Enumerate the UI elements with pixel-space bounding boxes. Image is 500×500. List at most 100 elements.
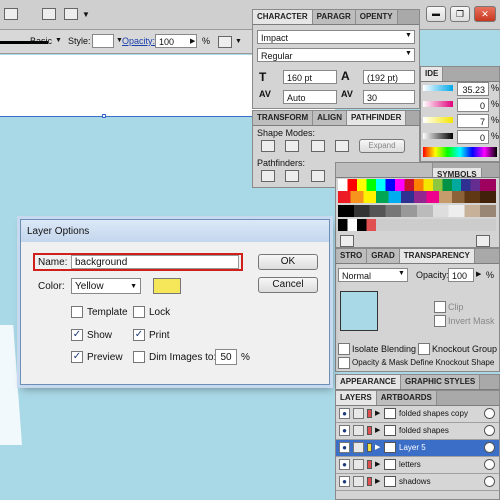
layer-row[interactable]: ● ▶ folded shapes: [336, 423, 499, 440]
layer-row[interactable]: ● ▶ Layer 5: [336, 440, 499, 457]
lock-toggle[interactable]: [353, 425, 364, 436]
new-swatch-icon[interactable]: [476, 235, 490, 247]
visibility-eye-icon[interactable]: ●: [339, 408, 350, 419]
lock-toggle[interactable]: [353, 442, 364, 453]
cancel-button[interactable]: Cancel: [258, 277, 318, 293]
visibility-eye-icon[interactable]: ●: [339, 459, 350, 470]
isolate-blending-checkbox[interactable]: [338, 343, 350, 355]
cyan-slider[interactable]: [423, 85, 453, 91]
tab-artboards[interactable]: ARTBOARDS: [376, 391, 437, 405]
chevron-down-icon[interactable]: ▼: [82, 10, 90, 19]
template-checkbox[interactable]: [71, 306, 83, 318]
swatch-grid[interactable]: [338, 179, 496, 237]
style-picker[interactable]: [92, 34, 114, 48]
tab-appearance[interactable]: APPEARANCE: [336, 375, 402, 389]
tab-guide[interactable]: IDE: [421, 67, 444, 81]
clip-checkbox[interactable]: [434, 301, 446, 313]
tab-pathfinder[interactable]: PATHFINDER: [347, 111, 407, 125]
disclosure-triangle-icon[interactable]: ▶: [375, 426, 380, 434]
chevron-right-icon[interactable]: ▶: [476, 270, 481, 278]
disclosure-triangle-icon[interactable]: ▶: [375, 460, 380, 468]
layer-name[interactable]: shadows: [399, 477, 431, 486]
layer-name[interactable]: folded shapes copy: [399, 409, 468, 418]
tab-stroke[interactable]: STRO: [336, 249, 368, 263]
font-style-select[interactable]: Regular: [257, 48, 415, 62]
font-family-select[interactable]: Impact: [257, 30, 415, 44]
chevron-down-icon[interactable]: ▼: [130, 279, 137, 294]
exclude-icon[interactable]: [335, 140, 349, 152]
transparency-opacity-input[interactable]: 100: [448, 268, 474, 282]
expand-button[interactable]: Expand: [359, 139, 405, 153]
yellow-slider[interactable]: [423, 117, 453, 123]
chevron-down-icon[interactable]: ▼: [405, 32, 412, 39]
chevron-down-icon[interactable]: ▼: [55, 37, 62, 44]
color-spectrum[interactable]: [423, 147, 497, 157]
layer-name[interactable]: Layer 5: [399, 443, 426, 452]
layer-row[interactable]: ● ▶ folded shapes copy: [336, 406, 499, 423]
opacity-mask-checkbox[interactable]: [338, 357, 350, 369]
tab-transform[interactable]: TRANSFORM: [253, 111, 314, 125]
tab-align[interactable]: ALIGN: [313, 111, 347, 125]
bridge-icon[interactable]: [42, 8, 56, 20]
dim-images-checkbox[interactable]: [133, 351, 145, 363]
layer-row[interactable]: ● ▶ shadows: [336, 474, 499, 491]
target-circle-icon[interactable]: [484, 408, 495, 419]
minimize-button[interactable]: ▬: [426, 6, 446, 22]
font-size-input[interactable]: 160 pt: [283, 70, 337, 84]
object-thumbnail[interactable]: [340, 291, 378, 331]
disclosure-triangle-icon[interactable]: ▶: [375, 477, 380, 485]
close-button[interactable]: ✕: [474, 6, 496, 22]
swatch-library-icon[interactable]: [340, 235, 354, 247]
restore-button[interactable]: ❐: [450, 6, 470, 22]
visibility-eye-icon[interactable]: ●: [339, 476, 350, 487]
intersect-icon[interactable]: [311, 140, 325, 152]
lock-checkbox[interactable]: [133, 306, 145, 318]
ok-button[interactable]: OK: [258, 254, 318, 270]
chevron-down-icon[interactable]: ▼: [398, 270, 405, 277]
divide-icon[interactable]: [261, 170, 275, 182]
arrange-icon[interactable]: [64, 8, 78, 20]
print-checkbox[interactable]: ✓: [133, 329, 145, 341]
tab-transparency[interactable]: TRANSPARENCY: [399, 249, 475, 263]
preview-checkbox[interactable]: ✓: [71, 351, 83, 363]
target-circle-icon[interactable]: [484, 425, 495, 436]
minus-front-icon[interactable]: [285, 140, 299, 152]
leading-input[interactable]: (192 pt): [363, 70, 415, 84]
target-circle-icon[interactable]: [484, 442, 495, 453]
magenta-input[interactable]: 0: [457, 98, 489, 112]
tab-graphic-styles[interactable]: GRAPHIC STYLES: [401, 375, 481, 389]
tab-layers[interactable]: LAYERS: [336, 391, 377, 405]
tab-opentype[interactable]: OPENTY: [355, 10, 398, 24]
layer-color-swatch[interactable]: [153, 278, 181, 294]
chevron-right-icon[interactable]: ▶: [190, 37, 195, 45]
trim-icon[interactable]: [285, 170, 299, 182]
kerning-select[interactable]: Auto: [283, 90, 337, 104]
chevron-down-icon[interactable]: ▼: [405, 50, 412, 57]
magenta-slider[interactable]: [423, 101, 453, 107]
disclosure-triangle-icon[interactable]: ▶: [375, 409, 380, 417]
layer-name[interactable]: folded shapes: [399, 426, 449, 435]
recolor-icon[interactable]: [218, 36, 232, 48]
visibility-eye-icon[interactable]: ●: [339, 425, 350, 436]
invert-mask-checkbox[interactable]: [434, 315, 446, 327]
tab-gradient[interactable]: GRAD: [367, 249, 400, 263]
dialog-titlebar[interactable]: Layer Options: [21, 220, 329, 242]
dim-images-input[interactable]: 50: [215, 349, 237, 365]
opacity-link[interactable]: Opacity:: [122, 36, 155, 46]
layer-row[interactable]: ● ▶ letters: [336, 457, 499, 474]
lock-toggle[interactable]: [353, 476, 364, 487]
lock-toggle[interactable]: [353, 408, 364, 419]
black-input[interactable]: 0: [457, 130, 489, 144]
name-input[interactable]: background: [71, 255, 239, 269]
chevron-down-icon[interactable]: ▼: [235, 38, 242, 45]
unite-icon[interactable]: [261, 140, 275, 152]
merge-icon[interactable]: [311, 170, 325, 182]
target-circle-icon[interactable]: [484, 476, 495, 487]
tab-swatches[interactable]: [336, 163, 433, 177]
visibility-eye-icon[interactable]: ●: [339, 442, 350, 453]
disclosure-triangle-icon[interactable]: ▶: [375, 443, 380, 451]
tab-character[interactable]: CHARACTER: [253, 10, 313, 24]
target-circle-icon[interactable]: [484, 459, 495, 470]
show-checkbox[interactable]: ✓: [71, 329, 83, 341]
layer-color-select[interactable]: Yellow ▼: [71, 278, 141, 294]
